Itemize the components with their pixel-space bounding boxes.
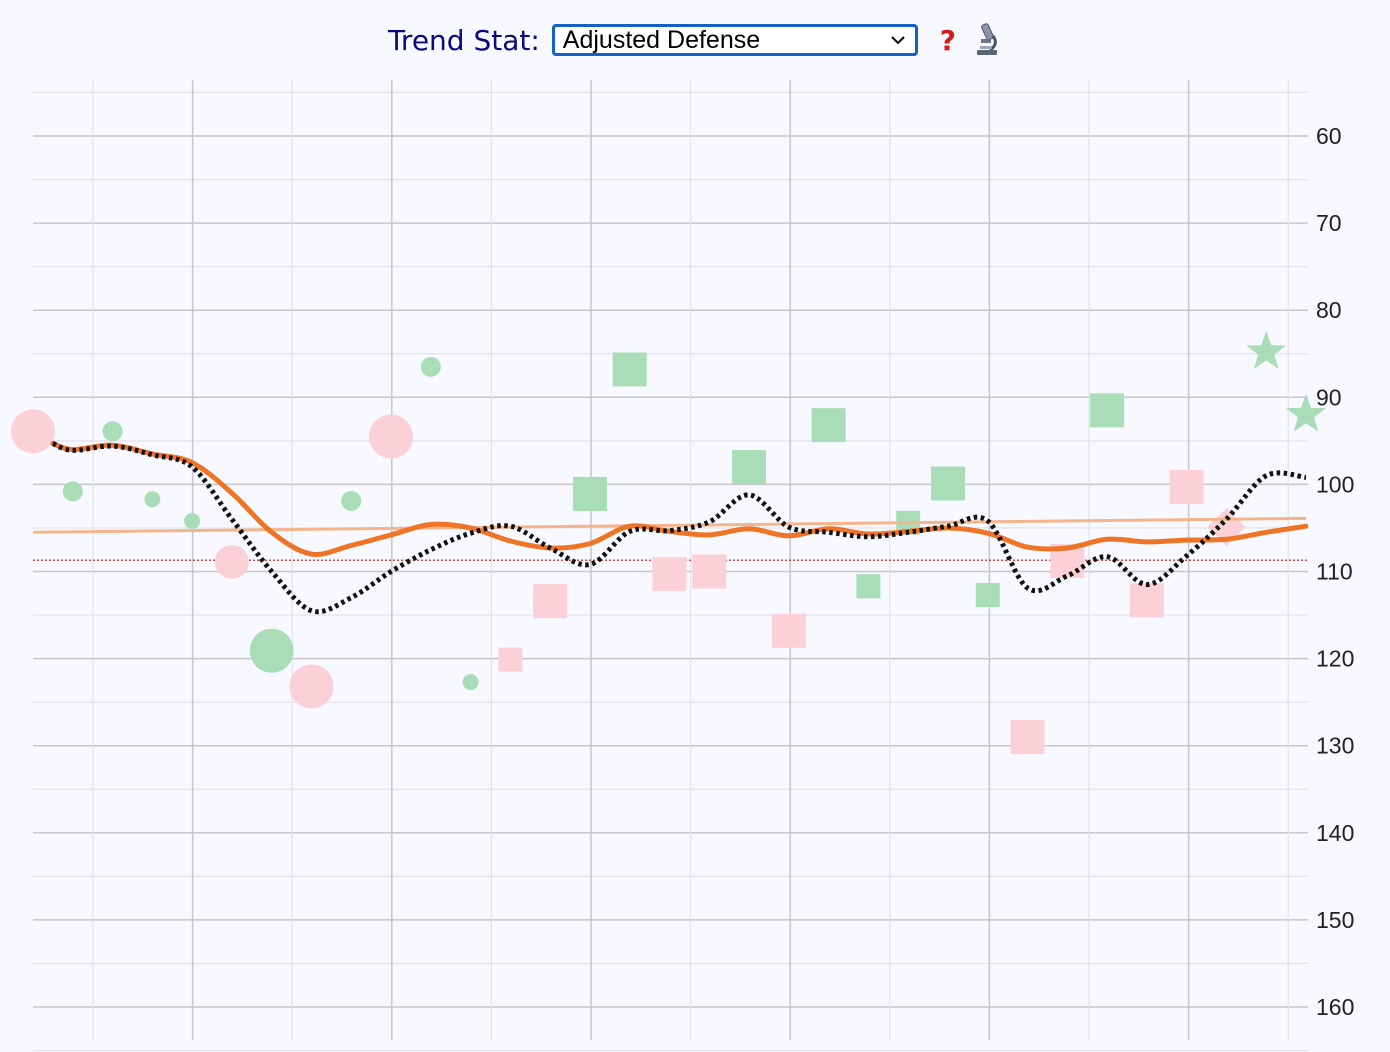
data-point-square xyxy=(856,574,881,599)
y-tick-label: 60 xyxy=(1316,123,1342,149)
data-point-square xyxy=(930,466,965,501)
data-point-square xyxy=(612,352,647,387)
data-point-square xyxy=(732,449,767,484)
y-tick-label: 70 xyxy=(1316,210,1342,236)
data-point-circle xyxy=(184,512,201,529)
y-tick-label: 90 xyxy=(1316,384,1342,410)
smoothed-average-line xyxy=(50,441,1309,557)
data-point-square xyxy=(498,647,523,672)
y-tick-label: 140 xyxy=(1316,820,1354,846)
data-point-square xyxy=(533,584,568,619)
data-point-star xyxy=(1246,331,1287,369)
data-point-circle xyxy=(420,356,441,377)
data-point-square xyxy=(811,408,846,443)
data-point-square xyxy=(572,476,607,511)
data-point-circle xyxy=(144,491,161,508)
data-point-square xyxy=(771,613,806,648)
data-point-circle xyxy=(462,674,479,691)
data-point-circle xyxy=(289,664,334,709)
y-tick-label: 160 xyxy=(1316,994,1354,1020)
y-tick-label: 120 xyxy=(1316,646,1354,672)
data-point-circle xyxy=(214,544,249,579)
data-point-circle xyxy=(102,421,123,442)
y-tick-label: 150 xyxy=(1316,907,1354,933)
data-point-circle xyxy=(11,409,55,454)
data-point-square xyxy=(1010,719,1045,754)
y-tick-label: 100 xyxy=(1316,471,1354,497)
data-point-circle xyxy=(369,414,414,459)
data-point-square xyxy=(1090,393,1125,428)
data-point-square xyxy=(1129,583,1164,618)
y-tick-label: 130 xyxy=(1316,733,1354,759)
trend-chart: 60 70 80 90 100 110 120 130 140 150 160 xyxy=(11,80,1354,1052)
y-axis-ticks: 60 70 80 90 100 110 120 130 140 150 160 xyxy=(1316,123,1354,1020)
y-tick-label: 110 xyxy=(1316,559,1353,585)
data-point-circle xyxy=(249,628,294,673)
data-point-square xyxy=(1169,470,1204,505)
data-point-square xyxy=(652,557,687,592)
data-point-square xyxy=(975,583,1000,608)
data-point-circle xyxy=(62,481,83,502)
y-tick-label: 80 xyxy=(1316,297,1342,323)
data-point-circle xyxy=(341,490,362,511)
data-point-square xyxy=(692,554,727,589)
